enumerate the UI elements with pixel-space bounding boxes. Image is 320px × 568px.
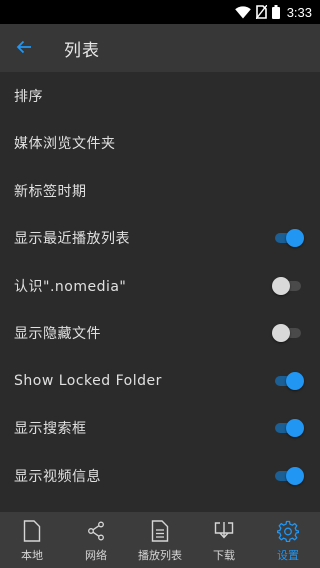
download-icon bbox=[214, 518, 234, 544]
setting-show-recent-playlist[interactable]: 显示最近播放列表 bbox=[0, 215, 320, 263]
nav-label: 播放列表 bbox=[138, 548, 182, 562]
setting-label: 显示搜索框 bbox=[14, 421, 87, 438]
wifi-icon bbox=[234, 5, 251, 19]
setting-media-browse-folder[interactable]: 媒体浏览文件夹 bbox=[0, 120, 320, 168]
setting-label: 排序 bbox=[14, 88, 43, 105]
toggle-knob bbox=[272, 276, 290, 295]
setting-show-search-box[interactable]: 显示搜索框 bbox=[0, 405, 320, 453]
setting-label: 显示隐藏文件 bbox=[14, 326, 101, 343]
nav-network[interactable]: 网络 bbox=[64, 512, 128, 568]
arrow-left-icon bbox=[16, 39, 32, 58]
toggle-switch[interactable] bbox=[272, 276, 304, 296]
setting-new-tag-period[interactable]: 新标签时期 bbox=[0, 167, 320, 215]
back-button[interactable] bbox=[0, 24, 48, 72]
setting-recognize-nomedia[interactable]: 认识".nomedia" bbox=[0, 262, 320, 310]
toggle-switch[interactable] bbox=[272, 228, 304, 248]
setting-show-video-info[interactable]: 显示视频信息 bbox=[0, 452, 320, 500]
setting-label: 认识".nomedia" bbox=[14, 278, 127, 295]
setting-label: 媒体浏览文件夹 bbox=[14, 136, 116, 153]
gear-icon bbox=[277, 518, 299, 544]
battery-icon bbox=[271, 5, 280, 19]
nav-label: 下载 bbox=[213, 548, 235, 562]
nav-label: 网络 bbox=[85, 548, 107, 562]
toggle-knob bbox=[272, 324, 290, 343]
setting-label: 新标签时期 bbox=[14, 183, 87, 200]
app-bar: 列表 bbox=[0, 24, 320, 72]
page-title: 列表 bbox=[64, 40, 100, 61]
toggle-switch[interactable] bbox=[272, 418, 304, 438]
toggle-knob bbox=[286, 371, 304, 390]
setting-label: 显示最近播放列表 bbox=[14, 231, 130, 248]
nav-local[interactable]: 本地 bbox=[0, 512, 64, 568]
share-icon bbox=[87, 518, 105, 544]
setting-show-locked-folder[interactable]: Show Locked Folder bbox=[0, 357, 320, 405]
nav-playlist[interactable]: 播放列表 bbox=[128, 512, 192, 568]
status-bar: 3:33 bbox=[0, 0, 320, 24]
nav-settings[interactable]: 设置 bbox=[256, 512, 320, 568]
setting-sort[interactable]: 排序 bbox=[0, 72, 320, 120]
toggle-knob bbox=[286, 229, 304, 248]
toggle-switch[interactable] bbox=[272, 371, 304, 391]
settings-list: 排序 媒体浏览文件夹 新标签时期 显示最近播放列表 认识".nomedia" 显… bbox=[0, 72, 320, 500]
list-document-icon bbox=[151, 518, 169, 544]
nav-label: 设置 bbox=[277, 548, 299, 562]
toggle-knob bbox=[286, 466, 304, 485]
status-time: 3:33 bbox=[286, 4, 312, 20]
setting-label: 显示视频信息 bbox=[14, 468, 101, 485]
no-sim-icon bbox=[255, 5, 267, 19]
toggle-knob bbox=[286, 419, 304, 438]
toggle-switch[interactable] bbox=[272, 466, 304, 486]
bottom-nav: 本地 网络 播放列表 下载 设置 bbox=[0, 512, 320, 568]
nav-label: 本地 bbox=[21, 548, 43, 562]
setting-label: Show Locked Folder bbox=[14, 372, 162, 389]
file-icon bbox=[23, 518, 41, 544]
setting-show-hidden-files[interactable]: 显示隐藏文件 bbox=[0, 310, 320, 358]
nav-download[interactable]: 下载 bbox=[192, 512, 256, 568]
toggle-switch[interactable] bbox=[272, 323, 304, 343]
